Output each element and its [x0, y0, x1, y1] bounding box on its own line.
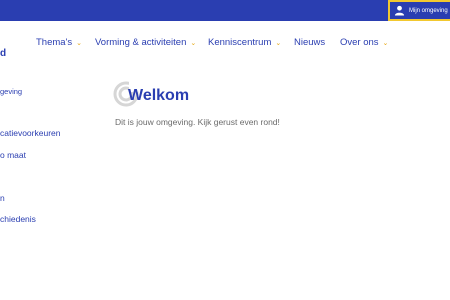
my-environment-button[interactable]: Mijn omgeving: [388, 0, 450, 21]
sidebar-item-n[interactable]: n: [0, 193, 5, 203]
nav-item-kenniscentrum[interactable]: Kenniscentrum ⌄: [208, 37, 281, 48]
sidebar-item-communicatievoorkeuren[interactable]: catievoorkeuren: [0, 128, 60, 138]
nav-item-label: Over ons: [340, 37, 379, 48]
nav-item-vorming-activiteiten[interactable]: Vorming & activiteiten ⌄: [95, 37, 196, 48]
chevron-down-icon: ⌄: [190, 39, 197, 47]
nav-item-themas[interactable]: Thema's ⌄: [36, 37, 82, 48]
nav-item-label: Kenniscentrum: [208, 37, 272, 48]
chevron-down-icon: ⌄: [275, 39, 282, 47]
welcome-message: Dit is jouw omgeving. Kijk gerust even r…: [115, 117, 280, 127]
top-bar: Mijn omgeving: [0, 0, 450, 21]
nav-item-over-ons[interactable]: Over ons ⌄: [340, 37, 388, 48]
chevron-down-icon: ⌄: [382, 39, 389, 47]
main-navigation: Thema's ⌄ Vorming & activiteiten ⌄ Kenni…: [0, 37, 450, 53]
chevron-down-icon: ⌄: [76, 39, 83, 47]
sidebar-item-geschiedenis[interactable]: chiedenis: [0, 214, 36, 224]
nav-item-nieuws[interactable]: Nieuws: [294, 37, 325, 48]
sidebar-item-omgeving[interactable]: geving: [0, 87, 22, 96]
nav-item-label: Vorming & activiteiten: [95, 37, 187, 48]
nav-item-label: Thema's: [36, 37, 73, 48]
sidebar-item-op-maat[interactable]: o maat: [0, 150, 26, 160]
user-icon: [394, 5, 405, 16]
my-environment-label: Mijn omgeving: [409, 7, 448, 14]
page-title: Welkom: [128, 87, 190, 104]
nav-item-label: Nieuws: [294, 37, 326, 48]
